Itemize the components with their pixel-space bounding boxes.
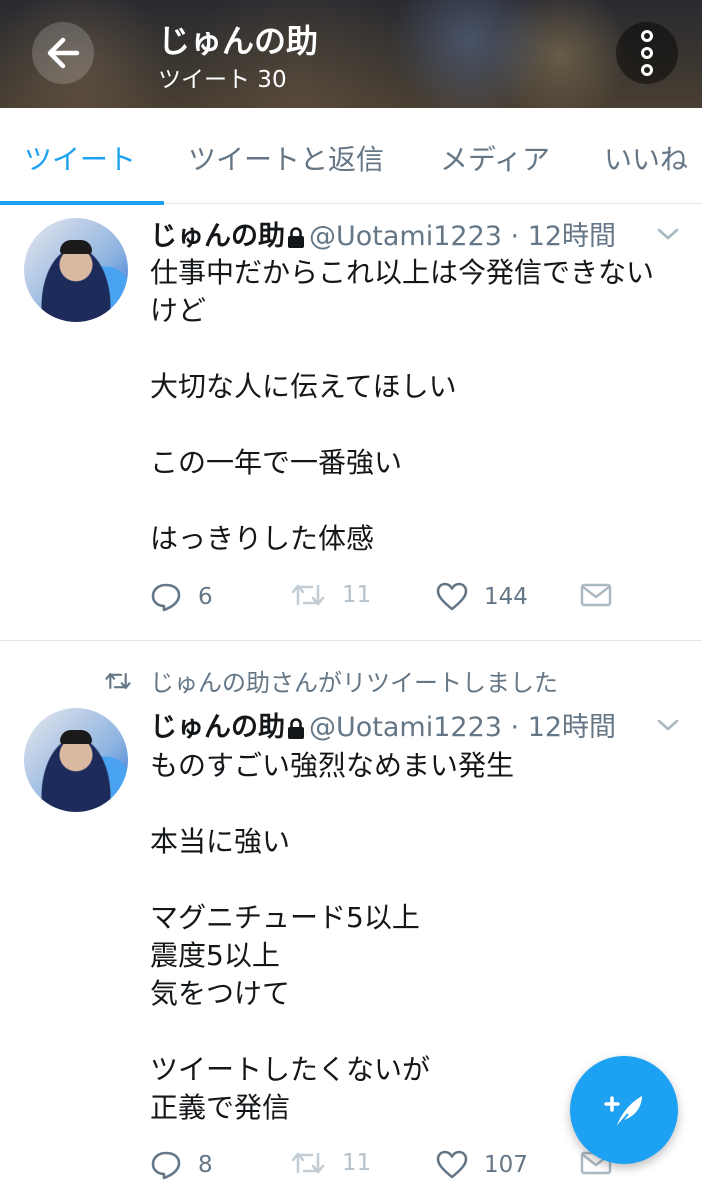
like-count: 144: [484, 584, 528, 610]
tweet-actions: 8 11 107: [150, 1150, 670, 1190]
heart-icon: [436, 582, 468, 611]
tab-media[interactable]: メディア: [440, 138, 550, 178]
tweet-time: · 12時間: [510, 712, 617, 743]
profile-name-title: じゅんの助: [158, 22, 319, 60]
tab-likes[interactable]: いいね: [604, 138, 688, 178]
author-name[interactable]: じゅんの助: [150, 712, 285, 743]
lock-icon: [288, 226, 304, 248]
more-vertical-icon: [641, 30, 653, 42]
chevron-down-icon[interactable]: [656, 717, 680, 733]
retweet-icon: [291, 584, 325, 606]
reply-icon: [151, 583, 181, 612]
tweet-time: · 12時間: [510, 221, 617, 252]
reply-button[interactable]: 8: [150, 1150, 213, 1180]
reply-count: 8: [198, 1152, 213, 1178]
more-vertical-icon-dot: [641, 64, 653, 76]
retweet-context: じゅんの助さんがリツイートしました: [104, 663, 558, 698]
author-handle[interactable]: @Uotami1223: [309, 221, 502, 252]
retweet-icon: [291, 1152, 325, 1174]
more-options-button[interactable]: [616, 22, 678, 84]
tweet-1[interactable]: じゅんの助 @Uotami1223 · 12時間 仕事中だからこれ以上は今発信でき…: [0, 204, 702, 640]
retweet-button[interactable]: 11: [290, 582, 371, 608]
arrow-left-icon: [47, 37, 80, 69]
compose-tweet-button[interactable]: [570, 1056, 678, 1164]
tweet-text: 仕事中だからこれ以上は今発信できない けど 大切な人に伝えてほしい この一年で一…: [150, 256, 655, 555]
avatar[interactable]: [24, 708, 128, 812]
profile-tabs: ツイート ツイートと返信 メディア いいね: [0, 108, 702, 205]
compose-tweet-icon: [604, 1096, 642, 1129]
profile-header: じゅんの助 ツイート 30: [0, 0, 702, 108]
like-button[interactable]: 144: [436, 582, 528, 612]
reply-count: 6: [198, 584, 213, 610]
back-button[interactable]: [32, 22, 94, 84]
lock-icon: [288, 717, 304, 739]
avatar[interactable]: [24, 218, 128, 322]
more-vertical-icon-dot: [641, 47, 653, 59]
retweet-small-icon: [105, 672, 131, 689]
like-button[interactable]: 107: [436, 1150, 528, 1180]
author-handle[interactable]: @Uotami1223: [309, 712, 502, 743]
tweet-count: ツイート 30: [158, 67, 287, 93]
tab-tweets-and-replies[interactable]: ツイートと返信: [188, 138, 384, 178]
author-name[interactable]: じゅんの助: [150, 221, 285, 252]
reply-button[interactable]: 6: [150, 582, 213, 612]
tab-tweets[interactable]: ツイート: [24, 138, 136, 178]
tweet-header: じゅんの助 @Uotami1223 · 12時間: [150, 214, 616, 253]
retweet-count: 11: [342, 582, 372, 608]
tweet-header: じゅんの助 @Uotami1223 · 12時間: [150, 705, 616, 744]
tweet-actions: 6 11 144: [150, 582, 670, 622]
chevron-down-icon[interactable]: [656, 226, 680, 242]
retweet-context-label[interactable]: じゅんの助さんがリツイートしました: [150, 663, 558, 698]
retweet-button[interactable]: 11: [290, 1150, 371, 1176]
direct-message-button[interactable]: [580, 582, 612, 608]
envelope-icon: [580, 583, 612, 607]
heart-icon: [436, 1150, 468, 1179]
retweet-count: 11: [342, 1150, 372, 1176]
like-count: 107: [484, 1152, 528, 1178]
reply-icon: [151, 1151, 181, 1180]
